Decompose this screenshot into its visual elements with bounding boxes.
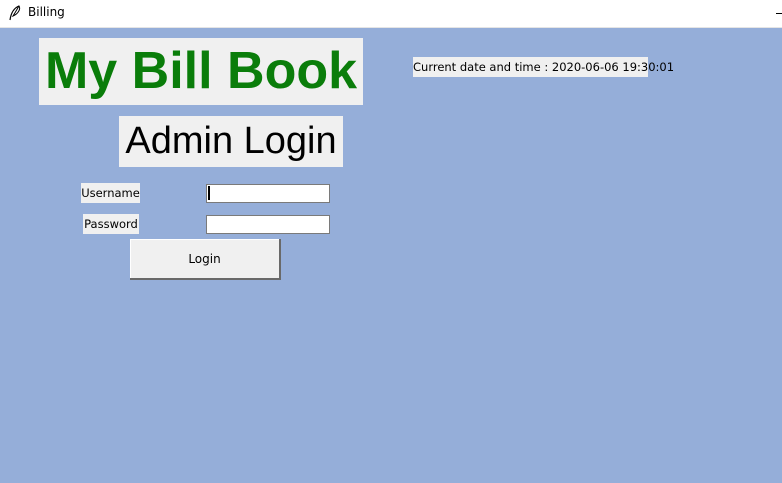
password-input[interactable] [206, 215, 330, 234]
feather-icon [9, 5, 21, 21]
login-heading: Admin Login [119, 116, 343, 167]
window-titlebar: Billing [0, 0, 782, 28]
window-title: Billing [28, 5, 65, 19]
minimize-icon[interactable] [776, 13, 782, 14]
password-label: Password [83, 214, 139, 234]
username-input[interactable] [206, 184, 330, 203]
username-label: Username [81, 183, 140, 203]
app-title: My Bill Book [39, 38, 363, 105]
login-button[interactable]: Login [130, 239, 281, 280]
text-cursor [208, 186, 210, 200]
datetime-label: Current date and time : 2020-06-06 19:30… [413, 57, 674, 77]
